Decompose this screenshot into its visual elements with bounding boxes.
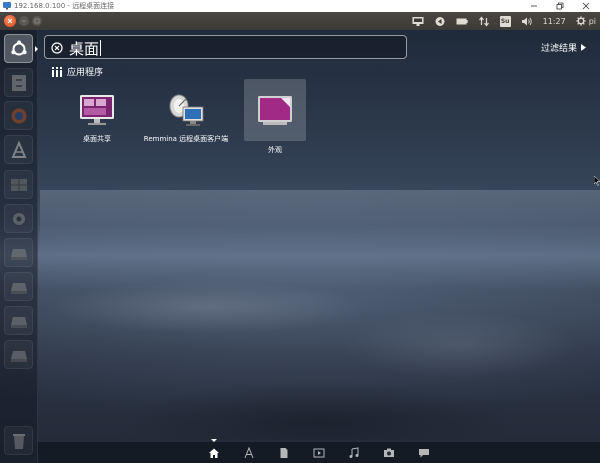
volume-icon: [521, 17, 532, 25]
drive-icon: [10, 316, 27, 328]
input-method-indicator[interactable]: Su: [499, 15, 511, 27]
minimize-icon: [531, 5, 537, 7]
launcher-browser[interactable]: [4, 101, 33, 130]
result-label: Remmina 远程桌面客户端: [143, 135, 229, 143]
launcher-drive-1[interactable]: [4, 238, 33, 267]
network-icon: [478, 16, 489, 26]
keyboard-icon: [412, 16, 424, 26]
result-label: 外观: [268, 146, 282, 154]
appearance-icon: [258, 96, 292, 125]
launcher-workspace[interactable]: [4, 170, 33, 199]
search-query: 桌面: [69, 40, 100, 58]
battery-indicator[interactable]: [456, 16, 468, 27]
close-icon: [582, 2, 590, 10]
text-cursor: [100, 40, 102, 56]
active-lens-indicator: [211, 439, 217, 442]
result-desktop-sharing[interactable]: 桌面共享: [66, 79, 128, 159]
restore-icon: [556, 2, 564, 10]
remmina-icon: [169, 94, 204, 126]
background-shore: [40, 250, 600, 440]
keyboard-indicator[interactable]: [412, 16, 424, 27]
applications-category-icon: [52, 66, 62, 77]
drive-icon: [10, 248, 27, 260]
restore-button[interactable]: [548, 0, 572, 12]
lens-files[interactable]: [277, 446, 291, 460]
window-title: 192.168.0.100 - 远程桌面连接: [14, 2, 115, 10]
minimize-icon: [22, 20, 26, 22]
maximize-icon: [34, 18, 40, 24]
user-name: pi: [588, 16, 596, 26]
remote-desktop-titlebar: 192.168.0.100 - 远程桌面连接: [0, 0, 600, 12]
dash-minimize-button[interactable]: [19, 16, 29, 26]
minimize-button[interactable]: [522, 0, 546, 12]
background-sea: [40, 190, 600, 250]
drive-icon: [10, 350, 27, 362]
camera-icon: [384, 448, 394, 457]
clear-search-icon[interactable]: [51, 42, 63, 54]
clock[interactable]: 11:27: [543, 17, 566, 26]
document-icon: [280, 448, 288, 458]
launcher-drive-4[interactable]: [4, 340, 33, 369]
lens-video[interactable]: [312, 446, 326, 460]
lens-applications[interactable]: [242, 446, 256, 460]
search-field[interactable]: 桌面: [44, 35, 407, 59]
music-icon: [349, 447, 359, 458]
dash-close-button[interactable]: [4, 15, 16, 27]
mouse-pointer-icon: [594, 176, 600, 186]
launcher-trash[interactable]: [4, 426, 33, 455]
close-window-button[interactable]: [574, 0, 598, 12]
gear-icon: [12, 212, 25, 225]
result-appearance[interactable]: [244, 79, 306, 141]
software-center-icon: [10, 139, 27, 158]
filter-results-toggle[interactable]: 过滤结果: [541, 41, 586, 54]
volume-indicator[interactable]: [521, 16, 533, 27]
launcher-settings[interactable]: [4, 204, 33, 233]
battery-icon: [456, 18, 468, 24]
search-query-wrapper: 桌面: [69, 38, 102, 59]
category-label: 应用程序: [67, 68, 104, 78]
workspace-icon: [10, 178, 27, 191]
desktop-sharing-icon: [80, 95, 114, 125]
system-tray: Su 11:27 pi: [412, 12, 596, 30]
file-cabinet-icon: [11, 74, 26, 91]
remote-desktop-app-icon: [3, 2, 11, 10]
launcher-drive-3[interactable]: [4, 306, 33, 335]
chat-icon: [419, 449, 429, 458]
drive-icon: [10, 282, 27, 294]
sync-icon: [435, 16, 445, 26]
launcher-active-arrow: [35, 46, 38, 52]
lens-music[interactable]: [347, 446, 361, 460]
category-header[interactable]: 应用程序: [52, 65, 103, 78]
lens-home[interactable]: [207, 446, 221, 460]
chevron-right-icon: [581, 44, 586, 51]
lens-photos[interactable]: [382, 446, 396, 460]
network-indicator[interactable]: [478, 16, 490, 27]
trash-icon: [12, 433, 25, 449]
gear-icon: [576, 16, 586, 26]
launcher-dash-home[interactable]: [4, 34, 33, 63]
session-menu[interactable]: pi: [576, 16, 596, 26]
globe-icon: [11, 108, 26, 123]
video-icon: [313, 448, 325, 458]
launcher-software-center[interactable]: [4, 135, 33, 164]
filter-results-label: 过滤结果: [540, 44, 577, 54]
result-label: 桌面共享: [83, 135, 111, 143]
launcher-drive-2[interactable]: [4, 272, 33, 301]
home-icon: [209, 448, 219, 458]
applications-icon: [244, 447, 254, 459]
top-panel: Su 11:27 pi: [0, 12, 600, 30]
sync-indicator[interactable]: [434, 16, 446, 27]
dash-maximize-button[interactable]: [32, 16, 42, 26]
launcher-files[interactable]: [4, 68, 33, 97]
result-remmina[interactable]: Remmina 远程桌面客户端: [144, 79, 228, 159]
ubuntu-logo-icon: [10, 40, 27, 55]
close-icon: [7, 18, 13, 24]
lens-social[interactable]: [417, 446, 431, 460]
